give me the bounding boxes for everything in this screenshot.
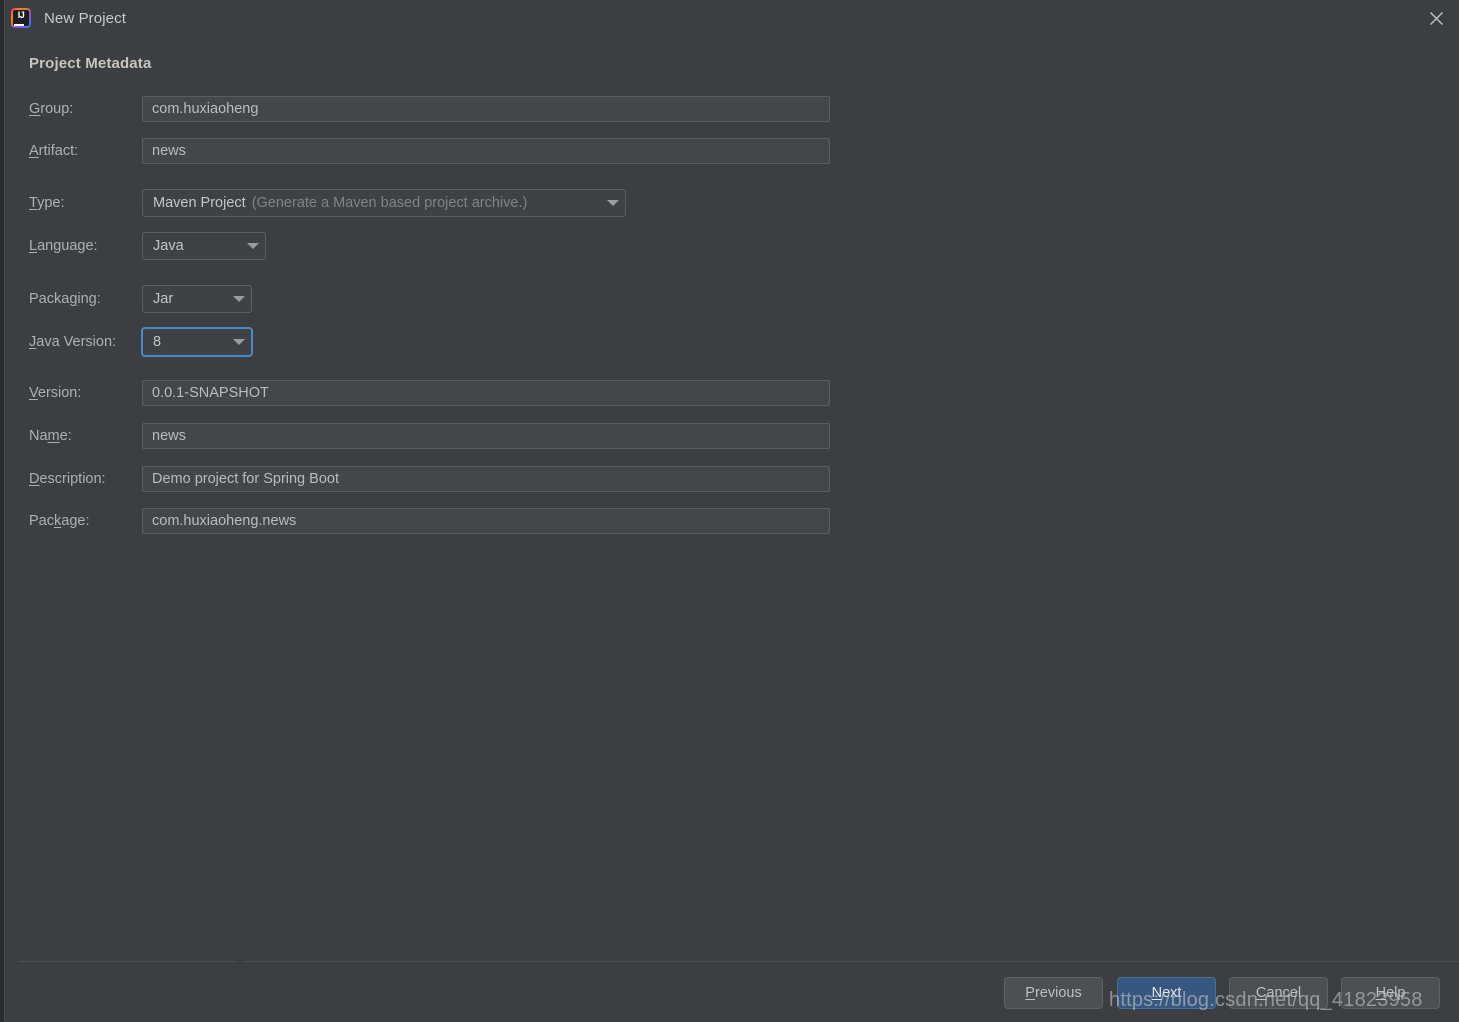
package-label: Package: xyxy=(29,513,90,529)
description-input[interactable] xyxy=(142,466,830,492)
dialog-content: Project Metadata Group: Artifact: Type: … xyxy=(6,36,1459,961)
type-label-mnemonic: T xyxy=(29,195,38,211)
artifact-label: Artifact: xyxy=(29,143,79,159)
close-icon-glyph xyxy=(1429,11,1443,25)
group-label-mnemonic: G xyxy=(29,101,41,117)
footer-separator-left xyxy=(18,961,236,962)
version-label-mnemonic: V xyxy=(29,385,38,401)
name-input[interactable] xyxy=(142,423,830,449)
cancel-button[interactable]: Cancel xyxy=(1229,977,1328,1009)
form-row-packaging: Packaging: Jar xyxy=(6,285,406,313)
packaging-label: Packaging: xyxy=(29,291,101,307)
form-row-group: Group: xyxy=(6,96,830,122)
chevron-down-icon xyxy=(607,200,619,206)
version-label: Version: xyxy=(29,385,82,401)
form-row-name: Name: xyxy=(6,423,830,449)
previous-button-label: Previous xyxy=(1025,985,1082,1001)
close-icon[interactable] xyxy=(1413,0,1459,36)
packaging-value: Jar xyxy=(153,291,174,307)
form-row-description: Description: xyxy=(6,466,830,492)
package-input[interactable] xyxy=(142,508,830,534)
window-left-edge xyxy=(0,0,5,1022)
group-label: Group: xyxy=(29,101,74,117)
java-version-label: Java Version: xyxy=(29,334,117,350)
form-row-version: Version: xyxy=(6,380,830,406)
artifact-input[interactable] xyxy=(142,138,830,164)
form-row-artifact: Artifact: xyxy=(6,138,830,164)
version-input[interactable] xyxy=(142,380,830,406)
form-row-java-version: Java Version: 8 xyxy=(6,327,406,357)
cancel-button-label: Cancel xyxy=(1255,985,1302,1001)
description-label: Description: xyxy=(29,471,106,487)
language-label: Language: xyxy=(29,238,98,254)
form-row-language: Language: Java xyxy=(6,232,406,260)
java-version-value: 8 xyxy=(153,334,162,350)
java-version-combobox[interactable]: 8 xyxy=(141,327,253,357)
help-button-label: Help xyxy=(1375,985,1406,1001)
chevron-down-icon xyxy=(233,296,245,302)
name-label-mnemonic: m xyxy=(47,428,60,444)
language-value: Java xyxy=(153,238,184,254)
next-button-label: Next xyxy=(1151,985,1182,1001)
description-label-mnemonic: D xyxy=(29,471,40,487)
logo-underbar xyxy=(14,24,24,26)
help-button[interactable]: Help xyxy=(1341,977,1440,1009)
language-combobox[interactable]: Java xyxy=(142,232,266,260)
form-row-package: Package: xyxy=(6,508,830,534)
group-input[interactable] xyxy=(142,96,830,122)
type-hint: (Generate a Maven based project archive.… xyxy=(251,195,528,211)
intellij-idea-logo-icon: IJ xyxy=(11,8,31,28)
page-title: Project Metadata xyxy=(29,55,152,72)
form-row-type: Type: Maven Project (Generate a Maven ba… xyxy=(6,189,906,217)
name-label: Name: xyxy=(29,428,72,444)
packaging-combobox[interactable]: Jar xyxy=(142,285,252,313)
next-button[interactable]: Next xyxy=(1117,977,1216,1009)
type-label: Type: xyxy=(29,195,65,211)
chevron-down-icon xyxy=(233,339,245,345)
footer-separator-right xyxy=(244,961,1459,962)
chevron-down-icon xyxy=(247,243,259,249)
language-label-mnemonic: L xyxy=(29,238,38,254)
type-combobox[interactable]: Maven Project (Generate a Maven based pr… xyxy=(142,189,626,217)
type-value: Maven Project xyxy=(153,195,246,211)
previous-button[interactable]: Previous xyxy=(1004,977,1103,1009)
title-bar: IJ New Project xyxy=(5,0,1459,36)
artifact-label-mnemonic: A xyxy=(29,143,39,159)
window-title: New Project xyxy=(44,9,126,27)
